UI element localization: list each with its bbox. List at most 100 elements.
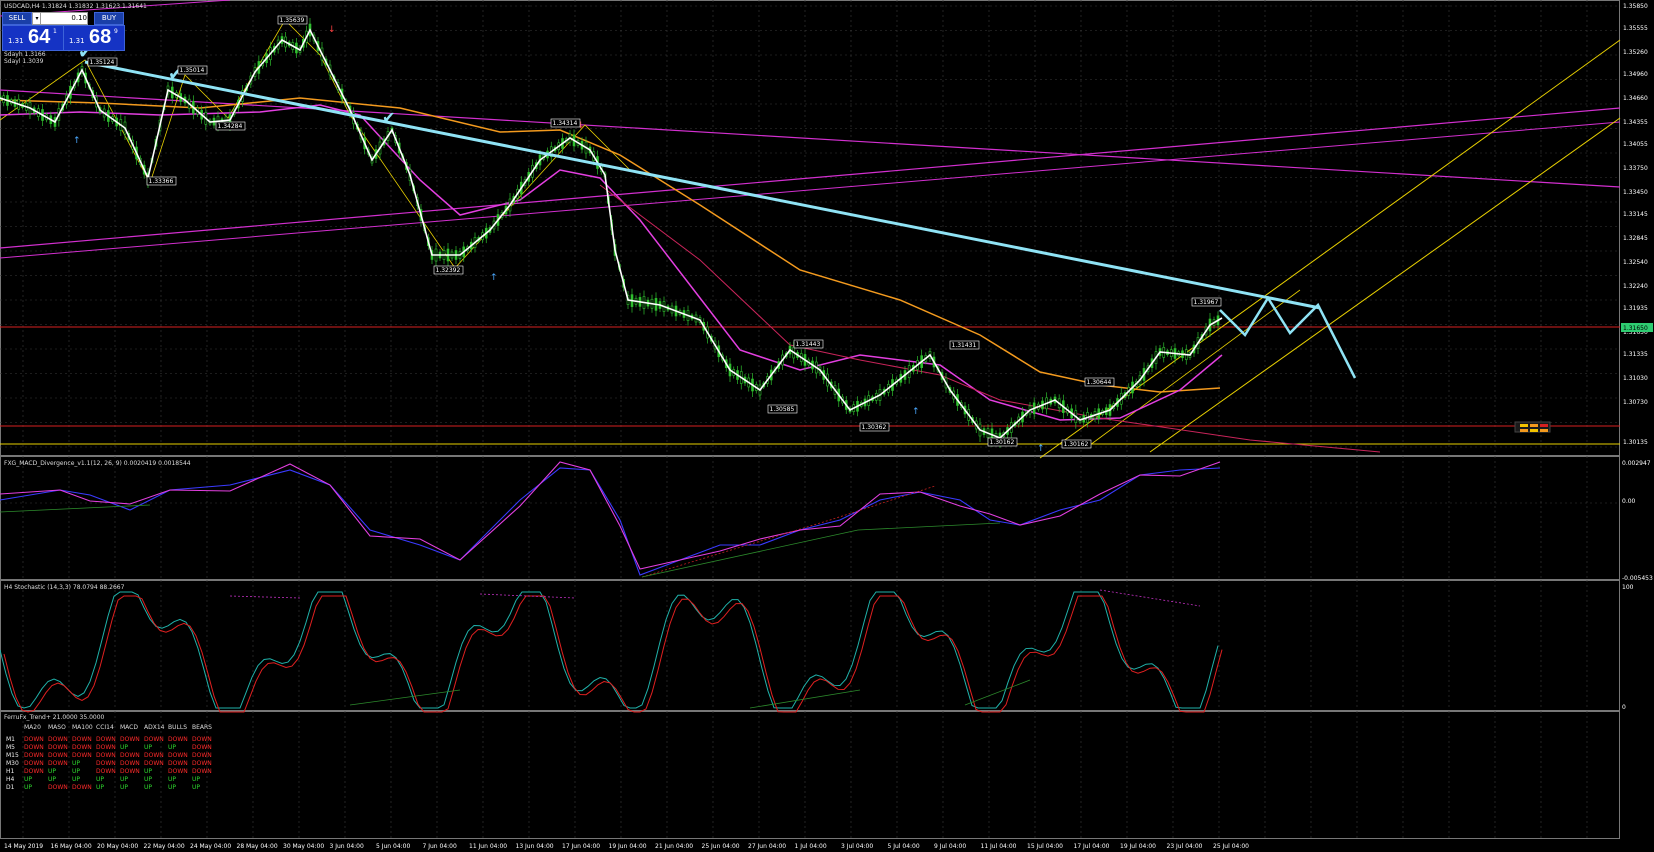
stoch-divergence: [1099, 589, 1201, 607]
time-axis-label: 23 Jul 04:00: [1167, 843, 1203, 850]
trend-cell: DOWN: [96, 752, 116, 759]
trend-cell: UP: [72, 760, 81, 767]
buy-button[interactable]: BUY: [94, 12, 124, 25]
sell-button[interactable]: SELL: [2, 12, 32, 25]
time-axis-label: 19 Jul 04:00: [1120, 843, 1156, 850]
time-axis-label: 11 Jul 04:00: [981, 843, 1017, 850]
swing-label: 1.35639: [280, 17, 305, 24]
swing-label: 1.33366: [149, 178, 174, 185]
stoch-main-line: [0, 591, 1219, 709]
price-axis-label: 1.32240: [1623, 283, 1648, 290]
swing-label: 1.31967: [1194, 299, 1219, 306]
channel-upper: [1039, 39, 1621, 459]
price-axis-label: 1.31935: [1623, 305, 1648, 312]
macd-axis-label: 0.002947: [1622, 460, 1651, 467]
trend-cell: DOWN: [168, 736, 188, 743]
time-axis-label: 24 May 04:00: [190, 843, 231, 850]
trend-cell: DOWN: [192, 768, 212, 775]
swing-label: 1.31431: [952, 342, 977, 349]
trend-cell: DOWN: [24, 752, 44, 759]
time-axis-label: 3 Jun 04:00: [330, 843, 364, 850]
time-axis-label: 14 May 2019: [4, 843, 43, 850]
swing-label: 1.35124: [90, 59, 115, 66]
swing-label: 1.34284: [218, 123, 243, 130]
price-axis-label: 1.34660: [1623, 95, 1648, 102]
trend-cell: DOWN: [24, 760, 44, 767]
current-price-tag: 1.31650: [1623, 325, 1648, 332]
time-axis-label: 11 Jun 04:00: [469, 843, 507, 850]
time-axis-label: 7 Jun 04:00: [423, 843, 457, 850]
trend-title: FerruFx_Trend+ 21.0000 35.0000: [4, 714, 105, 721]
trend-cell: DOWN: [48, 744, 68, 751]
swing-label: 1.35014: [180, 67, 205, 74]
price-axis: 1.35850 1.35555 1.35260 1.34960 1.34660 1.343…: [1623, 3, 1648, 446]
trend-cell: UP: [72, 768, 81, 775]
price-axis-label: 1.30730: [1623, 399, 1648, 406]
trend-cell: DOWN: [144, 752, 164, 759]
trend-cell: UP: [120, 776, 129, 783]
buy-price-button[interactable]: 1.31 68 9: [63, 25, 125, 51]
trend-cell: DOWN: [192, 760, 212, 767]
trend-header: MACD: [120, 724, 138, 731]
up-arrow-icon: ↑: [490, 273, 498, 283]
trend-header: BEARS: [192, 724, 212, 731]
level-marker: [1530, 429, 1538, 432]
zigzag: [0, 19, 631, 269]
trend-cell: DOWN: [120, 760, 140, 767]
trend-cell: UP: [192, 784, 201, 791]
check-icon: ✔: [382, 108, 395, 127]
trend-cell: DOWN: [168, 752, 188, 759]
swing-label: 1.30162: [1064, 441, 1089, 448]
lot-size-input[interactable]: 0.10: [40, 12, 88, 25]
trend-cell: UP: [48, 776, 57, 783]
trend-cell: DOWN: [120, 736, 140, 743]
trend-cell: DOWN: [120, 768, 140, 775]
trend-cell: DOWN: [48, 736, 68, 743]
price-axis-label: 1.33145: [1623, 211, 1648, 218]
price-axis-label: 1.32540: [1623, 259, 1648, 266]
trend-cell: DOWN: [24, 768, 44, 775]
time-axis-label: 1 Jul 04:00: [795, 843, 827, 850]
stoch-axis-label: 100: [1622, 584, 1634, 591]
macd-title: FXG_MACD_Divergence_v1.1(12, 26, 9) 0.00…: [4, 460, 191, 467]
trend-cell: DOWN: [120, 752, 140, 759]
trend-cell: DOWN: [192, 736, 212, 743]
swing-label: 1.30162: [990, 439, 1015, 446]
price-axis-label: 1.34960: [1623, 71, 1648, 78]
swing-labels: 1.35639 1.35124 1.35014 1.34284 1.33366 1.323…: [87, 15, 1222, 449]
trend-cell: DOWN: [72, 744, 92, 751]
swing-label: 1.30644: [1087, 379, 1112, 386]
trend-cell: DOWN: [24, 736, 44, 743]
trend-timeframe: M1: [6, 736, 15, 743]
macd-axis-label: -0.005453: [1622, 575, 1653, 582]
swing-label: 1.31443: [796, 341, 821, 348]
trend-timeframe: M15: [6, 752, 19, 759]
stoch-divergence: [229, 595, 301, 599]
trend-cell: UP: [120, 744, 129, 751]
level-marker: [1540, 429, 1548, 432]
divergence-line: [641, 522, 1001, 578]
stoch-panel-border: [0, 580, 1620, 711]
trend-cell: DOWN: [192, 744, 212, 751]
symbol-header: USDCAD,H4 1.31824 1.31832 1.31623 1.3164…: [4, 3, 147, 10]
up-arrow-icon: ↑: [912, 407, 920, 417]
trend-cell: DOWN: [24, 744, 44, 751]
sell-price-button[interactable]: 1.31 64 1: [2, 25, 64, 51]
trend-cell: DOWN: [168, 768, 188, 775]
one-click-trading-panel: SELL ▾ 0.10 BUY 1.31 64 1 1.31 68 9: [2, 11, 125, 51]
price-axis-label: 1.34055: [1623, 141, 1648, 148]
trend-cell: DOWN: [72, 752, 92, 759]
trend-header: MASO: [48, 724, 66, 731]
trend-cell: DOWN: [72, 784, 92, 791]
stoch-axis-label: 0: [1622, 704, 1626, 711]
price-axis-label: 1.33450: [1623, 189, 1648, 196]
time-axis-label: 21 Jun 04:00: [655, 843, 693, 850]
time-axis-label: 5 Jun 04:00: [376, 843, 410, 850]
trend-cell: DOWN: [144, 760, 164, 767]
trend-cell: DOWN: [72, 736, 92, 743]
time-axis-label: 25 Jun 04:00: [702, 843, 740, 850]
trend-cell: UP: [144, 784, 153, 791]
level-marker: [1540, 424, 1548, 427]
trend-cell: DOWN: [96, 736, 116, 743]
buy-price-main: 68: [89, 26, 112, 48]
